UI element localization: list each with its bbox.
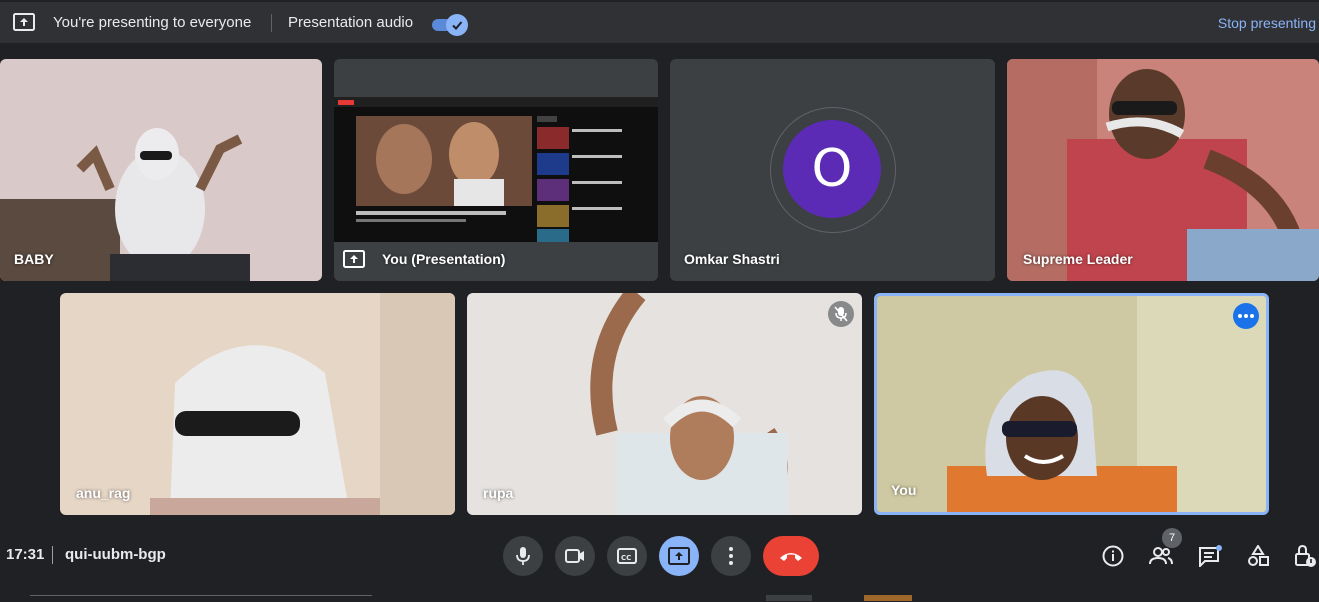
participant-name: anu_rag (76, 485, 131, 501)
check-icon (446, 14, 468, 36)
participant-video (467, 293, 862, 515)
participant-video (60, 293, 455, 515)
taskbar-strip (766, 595, 812, 601)
mic-off-icon (828, 301, 854, 327)
chat-button[interactable] (1195, 541, 1225, 571)
participant-tile-baby[interactable]: BABY (0, 59, 322, 281)
host-controls-icon (1295, 544, 1316, 567)
leave-call-button[interactable] (763, 536, 819, 576)
camera-icon (565, 549, 584, 563)
more-horiz-icon (1238, 314, 1254, 318)
taskbar-strip (864, 595, 912, 601)
meeting-details-button[interactable] (1098, 541, 1128, 571)
participant-video (0, 59, 322, 281)
host-controls-button[interactable] (1290, 541, 1319, 571)
participant-name: You (891, 482, 917, 498)
svg-text:CC: CC (621, 554, 631, 562)
mic-icon (516, 547, 530, 565)
avatar: O (783, 120, 881, 218)
present-now-button[interactable] (659, 536, 699, 576)
presenting-message: You're presenting to everyone (53, 14, 252, 31)
presentation-tile[interactable]: You (Presentation) (334, 59, 658, 281)
participant-tile-omkar[interactable]: O Omkar Shastri (670, 59, 995, 281)
more-options-button[interactable] (711, 536, 751, 576)
present-screen-icon (668, 547, 690, 565)
present-to-all-icon (343, 249, 365, 269)
end-call-icon (780, 553, 802, 561)
participant-video (1007, 59, 1319, 281)
participant-video (877, 296, 1266, 512)
participant-name: BABY (14, 251, 54, 267)
divider (52, 546, 53, 564)
activities-icon (1248, 545, 1269, 566)
present-to-all-icon (13, 12, 35, 32)
participant-name: You (Presentation) (382, 251, 506, 267)
participant-name: Omkar Shastri (684, 251, 780, 267)
presentation-preview (334, 59, 658, 281)
bottom-toolbar: 17:31 qui-uubm-bgp CC 7 (0, 528, 1319, 588)
chat-icon (1199, 545, 1222, 567)
participant-name: Supreme Leader (1023, 251, 1133, 267)
captions-button[interactable]: CC (607, 536, 647, 576)
stop-presenting-button[interactable]: Stop presenting (1218, 15, 1316, 31)
participant-count-badge: 7 (1162, 528, 1182, 548)
clock: 17:31 (6, 546, 45, 563)
more-vert-icon (729, 547, 733, 565)
presentation-audio-label: Presentation audio (288, 14, 414, 31)
participant-tile-rupa[interactable]: rupa (467, 293, 862, 515)
presenting-banner: You're presenting to everyone Presentati… (0, 2, 1319, 43)
camera-button[interactable] (555, 536, 595, 576)
participant-tile-supreme-leader[interactable]: Supreme Leader (1007, 59, 1319, 281)
participant-name: rupa (483, 485, 514, 501)
captions-icon: CC (617, 548, 637, 564)
participant-tile-you[interactable]: You (874, 293, 1269, 515)
mic-button[interactable] (503, 536, 543, 576)
presentation-audio-toggle[interactable] (430, 14, 468, 36)
banner-divider (271, 14, 272, 32)
participant-tile-anu-rag[interactable]: anu_rag (60, 293, 455, 515)
people-icon (1149, 547, 1173, 565)
more-options-button[interactable] (1233, 303, 1259, 329)
info-icon (1102, 545, 1124, 567)
activities-button[interactable] (1243, 541, 1273, 571)
meeting-code: qui-uubm-bgp (65, 546, 166, 563)
